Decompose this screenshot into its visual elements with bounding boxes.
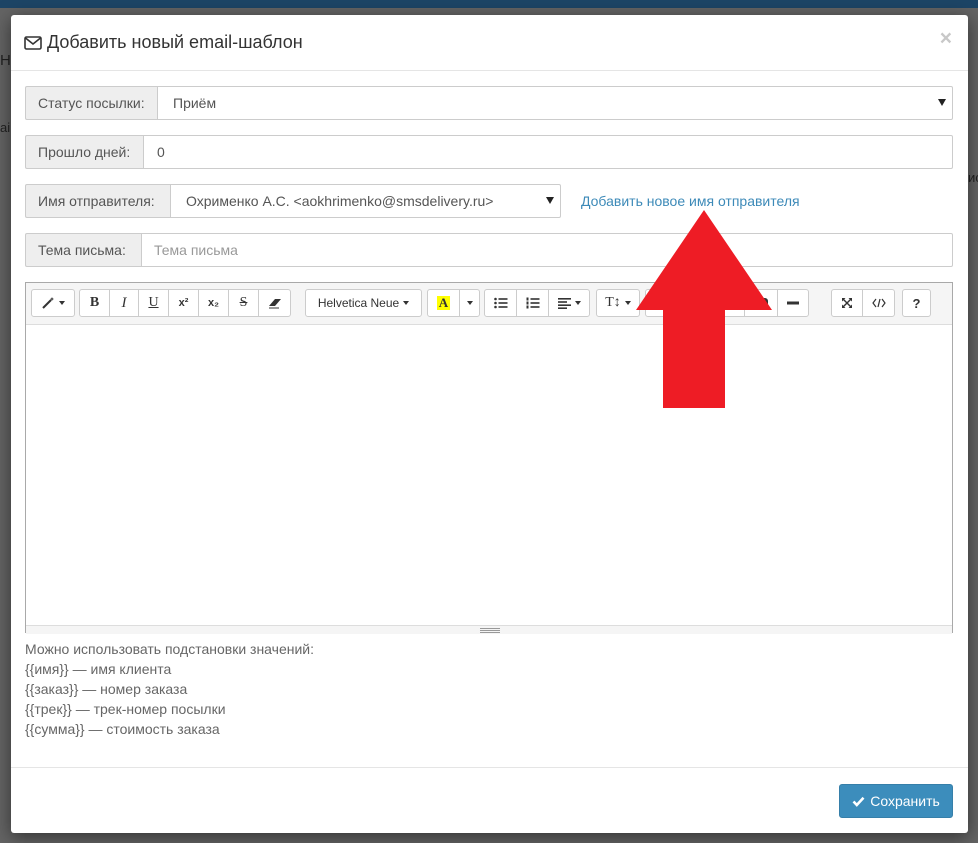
- magic-wand-icon: [42, 297, 54, 309]
- font-style-group: B I U x² x₂ S: [79, 289, 291, 317]
- help-group: ?: [902, 289, 931, 317]
- chevron-down-icon: [466, 301, 473, 305]
- hint-line: {{имя}} — имя клиента: [25, 661, 172, 677]
- background-topbar: [0, 0, 978, 8]
- superscript-button[interactable]: x²: [168, 289, 199, 317]
- subject-input[interactable]: Тема письма: [141, 233, 953, 267]
- chevron-down-icon: [59, 301, 65, 305]
- arrow-up-annotation-icon: [636, 210, 772, 408]
- text-color-button[interactable]: A: [427, 289, 460, 317]
- style-button[interactable]: [31, 289, 75, 317]
- view-group: [831, 289, 895, 317]
- substitution-hints: Можно использовать подстановки значений:…: [25, 639, 314, 739]
- color-group: A: [427, 289, 480, 317]
- close-button[interactable]: ×: [940, 28, 952, 49]
- dialog-title: Добавить новый email-шаблон: [24, 32, 303, 53]
- bold-button[interactable]: B: [79, 289, 110, 317]
- eraser-icon: [268, 299, 281, 309]
- minus-icon: [787, 301, 799, 305]
- sender-label: Имя отправителя:: [25, 184, 170, 218]
- sender-row: Имя отправителя: Охрименко А.С. <aokhrim…: [25, 184, 561, 218]
- paragraph-group: [484, 289, 590, 317]
- check-icon: [852, 796, 865, 807]
- hint-line: {{сумма}} — стоимость заказа: [25, 721, 220, 737]
- fullscreen-icon: [842, 298, 852, 308]
- font-family-group: Helvetica Neue: [305, 289, 422, 317]
- envelope-icon: [24, 35, 42, 50]
- background-text: ис: [968, 170, 978, 185]
- editor-resize-handle[interactable]: [26, 625, 952, 634]
- align-left-icon: [557, 297, 571, 309]
- bullet-list-button[interactable]: [484, 289, 517, 317]
- sender-value: Охрименко А.С. <aokhrimenko@smsdelivery.…: [186, 193, 494, 209]
- grip-icon: [480, 628, 500, 633]
- underline-button[interactable]: U: [138, 289, 169, 317]
- chevron-down-icon: [403, 301, 410, 305]
- dialog-title-text: Добавить новый email-шаблон: [47, 32, 303, 52]
- status-value: Приём: [173, 95, 217, 111]
- align-button[interactable]: [548, 289, 590, 317]
- email-template-dialog: Добавить новый email-шаблон × Статус пос…: [11, 15, 968, 833]
- fullscreen-button[interactable]: [831, 289, 863, 317]
- subscript-button[interactable]: x₂: [198, 289, 229, 317]
- dialog-footer: Сохранить: [11, 767, 968, 833]
- text-color-dropdown[interactable]: [459, 289, 480, 317]
- code-icon: [871, 298, 886, 308]
- days-row: Прошло дней: 0: [25, 135, 953, 169]
- status-select[interactable]: Приём: [157, 86, 953, 120]
- italic-button[interactable]: I: [109, 289, 139, 317]
- status-label: Статус посылки:: [25, 86, 157, 120]
- chevron-down-icon: [624, 301, 631, 305]
- numbered-list-button[interactable]: [516, 289, 549, 317]
- horizontal-rule-button[interactable]: [777, 289, 809, 317]
- dialog-header: Добавить новый email-шаблон ×: [11, 15, 968, 71]
- save-button[interactable]: Сохранить: [839, 784, 953, 818]
- background-text: аі: [0, 120, 11, 135]
- days-label: Прошло дней:: [25, 135, 143, 169]
- help-button[interactable]: ?: [902, 289, 931, 317]
- subject-row: Тема письма: Тема письма: [25, 233, 953, 267]
- list-ul-icon: [493, 297, 507, 309]
- text-color-letter: A: [436, 295, 451, 310]
- chevron-down-icon: [546, 197, 554, 204]
- subject-label: Тема письма:: [25, 233, 141, 267]
- chevron-down-icon: [574, 301, 581, 305]
- list-ol-icon: [526, 297, 539, 309]
- add-sender-link[interactable]: Добавить новое имя отправителя: [581, 193, 800, 209]
- save-button-label: Сохранить: [870, 793, 940, 809]
- clear-format-button[interactable]: [258, 289, 291, 317]
- editor-content-area[interactable]: [26, 325, 952, 625]
- chevron-down-icon: [938, 99, 946, 106]
- font-family-button[interactable]: Helvetica Neue: [305, 289, 422, 317]
- status-row: Статус посылки: Приём: [25, 86, 953, 120]
- editor-toolbar: B I U x² x₂ S Helvetica Neue A T↕ ?: [26, 283, 952, 325]
- font-family-value: Helvetica Neue: [317, 296, 400, 310]
- sender-select[interactable]: Охрименко А.С. <aokhrimenko@smsdelivery.…: [170, 184, 561, 218]
- code-view-button[interactable]: [862, 289, 895, 317]
- hint-line: Можно использовать подстановки значений:: [25, 641, 314, 657]
- days-input[interactable]: 0: [143, 135, 953, 169]
- hint-line: {{трек}} — трек-номер посылки: [25, 701, 226, 717]
- rich-text-editor: B I U x² x₂ S Helvetica Neue A T↕ ?: [25, 282, 953, 634]
- line-height-icon: T↕: [605, 295, 621, 310]
- strikethrough-button[interactable]: S: [228, 289, 259, 317]
- hint-line: {{заказ}} — номер заказа: [25, 681, 188, 697]
- style-group: [31, 289, 75, 317]
- days-value: 0: [157, 144, 165, 160]
- subject-placeholder: Тема письма: [154, 242, 238, 258]
